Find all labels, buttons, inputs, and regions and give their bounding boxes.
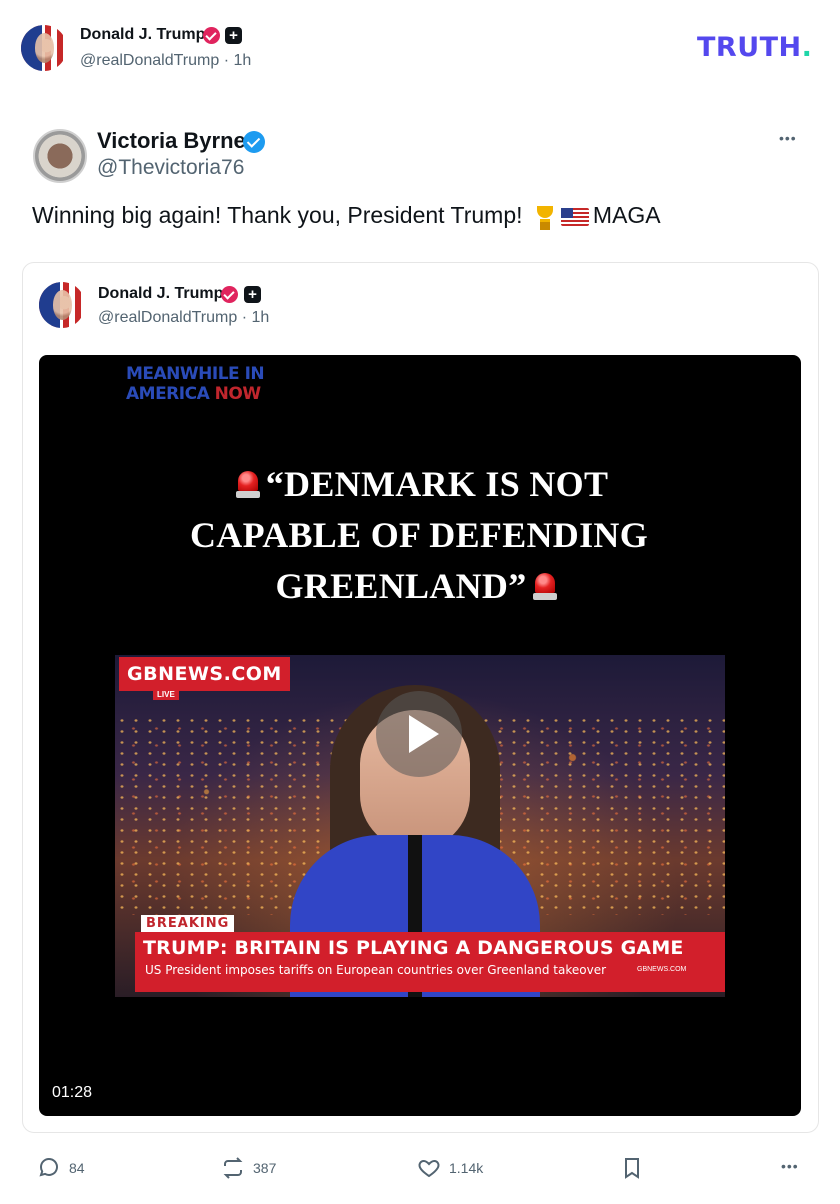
- bookmark-button[interactable]: [620, 1156, 652, 1180]
- news-lower-third: BREAKING TRUMP: BRITAIN IS PLAYING A DAN…: [115, 915, 725, 997]
- quoted-handle[interactable]: @realDonaldTrump: [98, 309, 237, 326]
- more-actions-label: •••: [781, 1158, 799, 1174]
- video-duration: 01:28: [52, 1084, 93, 1101]
- reposter-handle[interactable]: @realDonaldTrump: [80, 52, 219, 69]
- truth-social-logo[interactable]: TRUTH.: [697, 32, 812, 63]
- post-text: Winning big again! Thank you, President …: [32, 202, 661, 230]
- quoted-verified-red-badge-icon: [221, 286, 238, 303]
- trophy-icon: [533, 205, 557, 230]
- more-actions-button[interactable]: •••: [781, 1158, 799, 1174]
- quoted-plus-badge-icon: +: [244, 286, 261, 303]
- headline-line2: CAPABLE OF DEFENDING: [189, 515, 649, 555]
- reply-count: 84: [69, 1160, 85, 1176]
- post-text-main: Winning big again! Thank you, President …: [32, 202, 529, 228]
- post-more-options-button[interactable]: •••: [779, 130, 797, 146]
- headline-line1: “DENMARK IS NOT: [265, 464, 609, 504]
- siren-icon: [235, 469, 260, 499]
- reposter-avatar[interactable]: [21, 25, 67, 71]
- post-author-handle[interactable]: @Thevictoria76: [97, 156, 244, 180]
- quoted-time: · 1h: [241, 309, 270, 326]
- us-flag-icon: [560, 207, 589, 226]
- quoted-author-name[interactable]: Donald J. Trump: [98, 285, 223, 303]
- verified-red-badge-icon: [203, 27, 220, 44]
- reposter-handle-time[interactable]: @realDonaldTrump · 1h: [80, 52, 251, 70]
- like-button[interactable]: 1.14k: [417, 1156, 483, 1180]
- video-brand-line2: AMERICA NOW: [126, 384, 264, 404]
- quoted-author-avatar[interactable]: [39, 282, 85, 328]
- reposter-time: · 1h: [223, 52, 252, 69]
- video-brand-now: NOW: [214, 384, 261, 404]
- gbnews-logo: GBNEWS.COM: [119, 657, 290, 691]
- post-author-name[interactable]: Victoria Byrne: [97, 128, 246, 154]
- video-brand-line1: MEANWHILE IN: [126, 364, 265, 384]
- retruth-button[interactable]: 387: [221, 1156, 276, 1180]
- like-count: 1.14k: [449, 1160, 484, 1176]
- verified-blue-badge-icon: [243, 131, 265, 153]
- live-tag: LIVE: [153, 689, 179, 700]
- reposter-name[interactable]: Donald J. Trump: [80, 26, 205, 44]
- reply-icon: [39, 1158, 58, 1177]
- retruth-count: 387: [253, 1160, 277, 1176]
- logo-dot: .: [801, 32, 813, 63]
- lower-third-subtitle: US President imposes tariffs on European…: [145, 963, 607, 977]
- play-button[interactable]: [376, 691, 462, 777]
- lower-third-title: TRUMP: BRITAIN IS PLAYING A DANGEROUS GA…: [143, 937, 684, 959]
- video-brand-america: AMERICA: [126, 384, 215, 404]
- reply-button[interactable]: 84: [37, 1156, 85, 1180]
- quoted-handle-time[interactable]: @realDonaldTrump · 1h: [98, 309, 269, 327]
- bookmark-icon: [625, 1158, 639, 1179]
- post-action-bar: 84 387 1.14k •••: [0, 1156, 840, 1182]
- video-headline: “DENMARK IS NOT CAPABLE OF DEFENDING GRE…: [99, 459, 739, 612]
- logo-text: TRUTH: [697, 32, 802, 63]
- heart-icon: [418, 1159, 440, 1178]
- siren-icon: [532, 571, 557, 601]
- plus-badge-icon: +: [225, 27, 242, 44]
- post-text-tag: MAGA: [592, 202, 661, 228]
- video-show-brand: MEANWHILE IN AMERICA NOW: [126, 364, 265, 404]
- lower-third-site: GBNEWS.COM: [637, 966, 687, 973]
- headline-line3: GREENLAND”: [275, 566, 527, 606]
- breaking-label: BREAKING: [141, 915, 235, 932]
- post-author-avatar[interactable]: [33, 129, 87, 183]
- retruth-icon: [223, 1157, 243, 1179]
- video-player[interactable]: MEANWHILE IN AMERICA NOW “DENMARK IS NOT…: [39, 355, 801, 1116]
